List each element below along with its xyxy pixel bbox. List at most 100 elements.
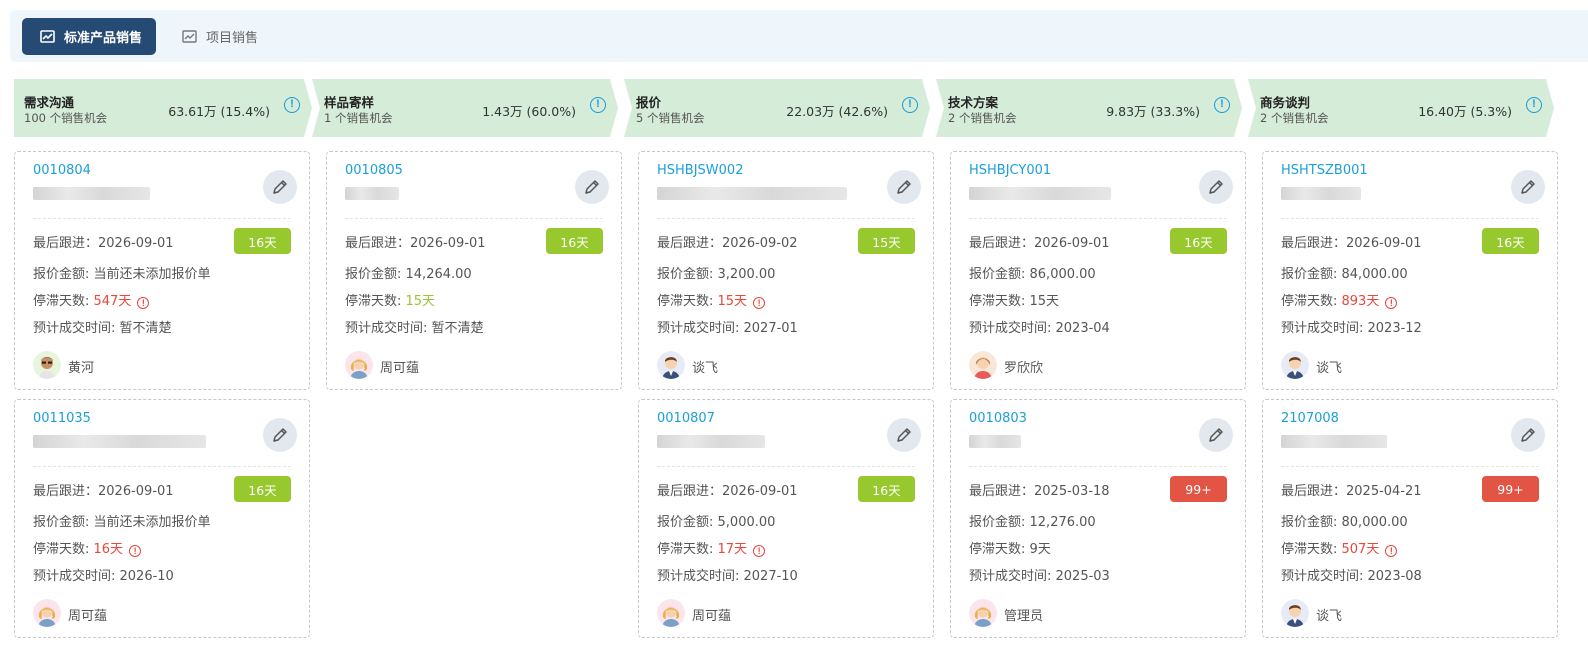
stagnant-days: 17天 (717, 542, 748, 557)
stage-0[interactable]: 需求沟通 100 个销售机会 63.61万 (15.4%) ! (14, 79, 312, 137)
edit-button[interactable] (263, 418, 297, 452)
field-label: 报价金额: (657, 267, 718, 282)
last-follow-date: 2026-09-01 (98, 484, 174, 499)
stage-opportunity-count: 2 个销售机会 (1260, 111, 1329, 125)
info-icon[interactable]: ! (284, 97, 300, 113)
field-label: 停滞天数: (657, 294, 718, 309)
edit-pencil-icon (1209, 428, 1223, 442)
edit-button[interactable] (887, 418, 921, 452)
info-icon[interactable]: ! (1526, 97, 1542, 113)
stage-2[interactable]: 报价 5 个销售机会 22.03万 (42.6%) ! (624, 79, 930, 137)
edit-button[interactable] (575, 170, 609, 204)
field-label: 最后跟进： (969, 236, 1035, 251)
opportunity-code-link[interactable]: 0010803 (969, 411, 1027, 426)
days-badge: 15天 (858, 228, 915, 254)
edit-pencil-icon (897, 428, 911, 442)
field-label: 报价金额: (657, 515, 718, 530)
owner-name: 黄河 (68, 361, 95, 376)
opportunity-code-link[interactable]: 2107008 (1281, 411, 1339, 426)
chart-icon (182, 29, 197, 43)
owner-name: 周可蕴 (692, 609, 732, 624)
opportunity-code-link[interactable]: HSHTSZB001 (1281, 163, 1368, 178)
expected-close-date: 2027-01 (743, 321, 798, 336)
tab-standard-product-sales[interactable]: 标准产品销售 (22, 18, 156, 55)
avatar (1281, 351, 1309, 379)
field-label: 预计成交时间: (969, 321, 1056, 336)
opportunity-code-link[interactable]: 0011035 (33, 411, 91, 426)
opportunity-card[interactable]: HSHTSZB001 最后跟进：2026-09-01 16天 报价金额: 84,… (1262, 151, 1558, 390)
quote-amount-row: 报价金额: 14,264.00 (345, 263, 472, 282)
expected-close-date: 2025-03 (1055, 569, 1110, 584)
opportunity-card[interactable]: HSHBJCY001 最后跟进：2026-09-01 16天 报价金额: 86,… (950, 151, 1246, 390)
divider (657, 218, 915, 219)
info-icon[interactable]: ! (590, 97, 606, 113)
last-follow-date: 2025-04-21 (1346, 484, 1422, 499)
quote-amount-row: 报价金额: 3,200.00 (657, 263, 775, 282)
opportunity-code-link[interactable]: 0010804 (33, 163, 91, 178)
expected-close-row: 预计成交时间: 暂不清楚 (33, 317, 172, 336)
last-follow-row: 最后跟进：2026-09-02 (657, 232, 798, 251)
stage-opportunity-count: 1 个销售机会 (324, 111, 393, 125)
stagnant-days: 15天 (717, 294, 748, 309)
edit-button[interactable] (1511, 170, 1545, 204)
stagnant-days-row: 停滞天数: 507天! (1281, 538, 1398, 557)
edit-pencil-icon (1521, 180, 1535, 194)
last-follow-date: 2025-03-18 (1034, 484, 1110, 499)
stage-4[interactable]: 商务谈判 2 个销售机会 16.40万 (5.3%) ! (1248, 79, 1554, 137)
field-label: 预计成交时间: (345, 321, 432, 336)
field-label: 报价金额: (1281, 267, 1342, 282)
redacted-customer-name (345, 187, 399, 200)
tab-label: 项目销售 (206, 31, 259, 46)
opportunity-code-link[interactable]: 0010805 (345, 163, 403, 178)
divider (33, 466, 291, 467)
divider (1281, 218, 1539, 219)
edit-button[interactable] (263, 170, 297, 204)
opportunity-card[interactable]: 0011035 最后跟进：2026-09-01 16天 报价金额: 当前还未添加… (14, 399, 310, 638)
avatar (33, 599, 61, 627)
opportunity-card[interactable]: 0010807 最后跟进：2026-09-01 16天 报价金额: 5,000.… (638, 399, 934, 638)
opportunity-card[interactable]: 0010805 最后跟进：2026-09-01 16天 报价金额: 14,264… (326, 151, 622, 390)
edit-button[interactable] (1511, 418, 1545, 452)
stage-1[interactable]: 样品寄样 1 个销售机会 1.43万 (60.0%) ! (312, 79, 618, 137)
field-label: 停滞天数: (1281, 542, 1342, 557)
field-label: 停滞天数: (969, 294, 1030, 309)
info-icon[interactable]: ! (902, 97, 918, 113)
edit-button[interactable] (887, 170, 921, 204)
field-label: 停滞天数: (345, 294, 406, 309)
days-badge: 16天 (1482, 228, 1539, 254)
opportunity-code-link[interactable]: HSHBJCY001 (969, 163, 1051, 178)
stage-3[interactable]: 技术方案 2 个销售机会 9.83万 (33.3%) ! (936, 79, 1242, 137)
edit-button[interactable] (1199, 170, 1233, 204)
field-label: 报价金额: (33, 515, 94, 530)
field-label: 报价金额: (33, 267, 94, 282)
redacted-customer-name (1281, 435, 1387, 448)
edit-button[interactable] (1199, 418, 1233, 452)
edit-pencil-icon (897, 180, 911, 194)
last-follow-date: 2026-09-01 (722, 484, 798, 499)
expected-close-date: 暂不清楚 (431, 321, 484, 336)
opportunity-code-link[interactable]: 0010807 (657, 411, 715, 426)
redacted-customer-name (33, 435, 206, 448)
opportunity-card[interactable]: HSHBJSW002 最后跟进：2026-09-02 15天 报价金额: 3,2… (638, 151, 934, 390)
tab-project-sales[interactable]: 项目销售 (168, 18, 278, 55)
opportunity-card[interactable]: 2107008 最后跟进：2025-04-21 99+ 报价金额: 80,000… (1262, 399, 1558, 638)
divider (657, 466, 915, 467)
quote-amount-row: 报价金额: 当前还未添加报价单 (33, 511, 211, 530)
field-label: 报价金额: (345, 267, 406, 282)
avatar (969, 599, 997, 627)
field-label: 最后跟进： (657, 236, 723, 251)
field-label: 预计成交时间: (1281, 569, 1368, 584)
opportunity-card[interactable]: 0010804 最后跟进：2026-09-01 16天 报价金额: 当前还未添加… (14, 151, 310, 390)
tab-label: 标准产品销售 (64, 31, 143, 46)
opportunity-code-link[interactable]: HSHBJSW002 (657, 163, 743, 178)
opportunity-card[interactable]: 0010803 最后跟进：2025-03-18 99+ 报价金额: 12,276… (950, 399, 1246, 638)
stage-opportunity-count: 2 个销售机会 (948, 111, 1017, 125)
last-follow-date: 2026-09-01 (98, 236, 174, 251)
expected-close-date: 2023-08 (1367, 569, 1422, 584)
last-follow-date: 2026-09-01 (1034, 236, 1110, 251)
expected-close-row: 预计成交时间: 2027-01 (657, 317, 798, 336)
info-icon[interactable]: ! (1214, 97, 1230, 113)
last-follow-row: 最后跟进：2026-09-01 (657, 480, 798, 499)
quote-amount: 当前还未添加报价单 (93, 515, 211, 530)
quote-amount: 5,000.00 (717, 515, 776, 530)
